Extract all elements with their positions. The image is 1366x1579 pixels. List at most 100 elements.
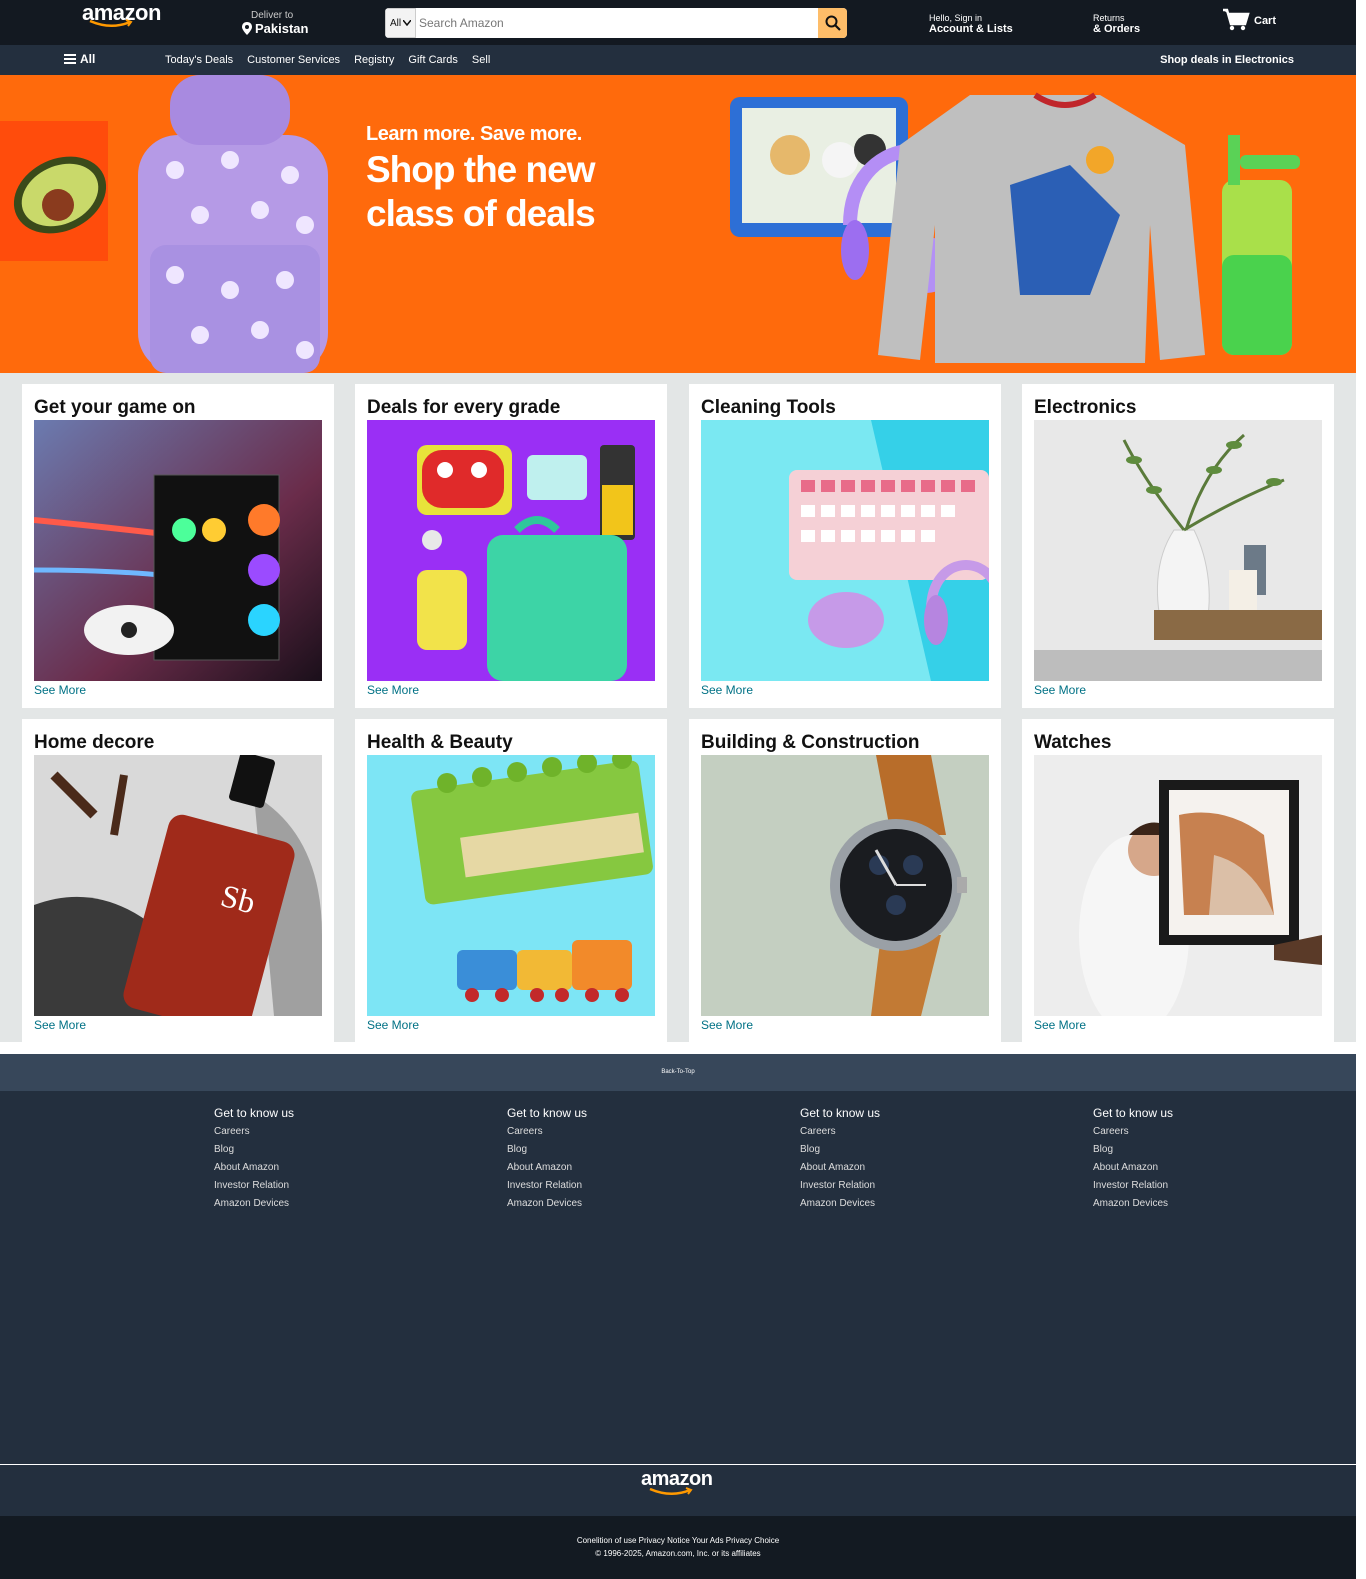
card-image[interactable] [701, 420, 989, 681]
nav-link-sell[interactable]: Sell [472, 54, 490, 66]
category-card: Electronics See More [1022, 384, 1334, 708]
footer-link-devices[interactable]: Amazon Devices [1093, 1198, 1173, 1209]
footer-link-blog[interactable]: Blog [1093, 1144, 1173, 1155]
footer-link-careers[interactable]: Careers [1093, 1126, 1173, 1137]
footer-column: Get to know us Careers Blog About Amazon… [800, 1106, 880, 1216]
hero-banner[interactable]: Learn more. Save more. Shop the new clas… [0, 75, 1356, 373]
see-more-link[interactable]: See More [701, 683, 989, 697]
see-more-link[interactable]: See More [1034, 683, 1322, 697]
footer-link-about[interactable]: About Amazon [214, 1162, 294, 1173]
footer-link-devices[interactable]: Amazon Devices [507, 1198, 587, 1209]
see-more-link[interactable]: See More [367, 683, 655, 697]
deliver-to-location[interactable]: Deliver to Pakistan [242, 10, 308, 36]
nav-link-todays-deals[interactable]: Today's Deals [165, 54, 233, 66]
footer-column-heading: Get to know us [1093, 1106, 1174, 1120]
category-card: Cleaning Tools See More [689, 384, 1001, 708]
footer-logo-band: amazon [0, 1465, 1356, 1516]
footer-link-investor[interactable]: Investor Relation [800, 1180, 880, 1191]
footer-link-careers[interactable]: Careers [507, 1126, 587, 1137]
footer-logo-smile-icon [649, 1487, 693, 1495]
hero-title-line2: class of deals [366, 193, 596, 234]
category-card: Home decore Sb See More [22, 719, 334, 1042]
footer-link-about[interactable]: About Amazon [507, 1162, 587, 1173]
nav-link-registry[interactable]: Registry [354, 54, 394, 66]
card-title: Deals for every grade [367, 397, 561, 418]
card-title: Watches [1034, 732, 1112, 753]
account-greeting: Hello, Sign in [929, 13, 983, 23]
card-image[interactable] [34, 420, 322, 681]
nav-link-gift-cards[interactable]: Gift Cards [408, 54, 458, 66]
nav-link-customer-services[interactable]: Customer Services [247, 54, 340, 66]
card-title: Health & Beauty [367, 732, 513, 753]
orders-label: & Orders [1093, 23, 1141, 35]
footer-column-heading: Get to know us [507, 1106, 588, 1120]
see-more-link[interactable]: See More [34, 1018, 322, 1032]
shop-electronics-link[interactable]: Shop deals in Electronics [1160, 54, 1294, 66]
copyright-text: © 1996-2025, Amazon.com, Inc. or its aff… [595, 1549, 761, 1558]
card-title: Cleaning Tools [701, 397, 836, 418]
cart-icon [1223, 8, 1250, 31]
category-card: Health & Beauty See More [355, 719, 667, 1042]
footer-link-about[interactable]: About Amazon [800, 1162, 880, 1173]
footer-link-investor[interactable]: Investor Relation [1093, 1180, 1173, 1191]
location-pin-icon [242, 22, 252, 35]
footer-link-blog[interactable]: Blog [507, 1144, 587, 1155]
cart-label: Cart [1254, 15, 1277, 27]
returns-label: Returns [1093, 13, 1125, 23]
returns-orders-link[interactable]: Returns & Orders [1093, 13, 1140, 35]
search-category-label: All [389, 17, 402, 29]
chevron-down-icon [403, 20, 412, 26]
footer-links: Get to know us Careers Blog About Amazon… [0, 1091, 1356, 1464]
all-menu-label: All [80, 52, 96, 66]
top-navbar: amazon Deliver to Pakistan All Hello, Si [0, 0, 1366, 45]
category-card: Building & Construction See More [689, 719, 1001, 1042]
footer-link-devices[interactable]: Amazon Devices [800, 1198, 880, 1209]
search-icon [825, 15, 841, 31]
cards-bottom-spacer [0, 1042, 1356, 1054]
see-more-link[interactable]: See More [701, 1018, 989, 1032]
deliver-label: Deliver to [251, 10, 294, 21]
card-title: Home decore [34, 732, 155, 753]
footer-link-investor[interactable]: Investor Relation [214, 1180, 294, 1191]
card-image[interactable] [367, 420, 655, 681]
search-input[interactable] [416, 8, 818, 38]
card-title: Electronics [1034, 397, 1137, 418]
footer-link-careers[interactable]: Careers [800, 1126, 880, 1137]
footer-link-blog[interactable]: Blog [214, 1144, 294, 1155]
legal-footer: Conelition of use Privacy Notice Your Ad… [0, 1516, 1356, 1579]
cart-button[interactable]: Cart [1222, 8, 1276, 32]
see-more-link[interactable]: See More [34, 683, 322, 697]
hero-illustration [0, 75, 1300, 373]
footer-link-blog[interactable]: Blog [800, 1144, 880, 1155]
hero-tagline: Learn more. Save more. [366, 123, 582, 145]
search-button[interactable] [818, 8, 847, 38]
search-category-select[interactable]: All [385, 8, 416, 38]
footer-link-investor[interactable]: Investor Relation [507, 1180, 587, 1191]
footer-link-about[interactable]: About Amazon [1093, 1162, 1173, 1173]
back-to-top-button[interactable]: Back-To-Top [0, 1054, 1356, 1091]
account-lists-menu[interactable]: Hello, Sign in Account & Lists [929, 13, 1013, 35]
footer-column-heading: Get to know us [800, 1106, 881, 1120]
legal-links[interactable]: Conelition of use Privacy Notice Your Ad… [0, 1536, 1356, 1545]
footer-column: Get to know us Careers Blog About Amazon… [1093, 1106, 1173, 1216]
card-image[interactable]: Sb [34, 755, 322, 1016]
category-card: Watches See More [1022, 719, 1334, 1042]
secondary-navbar: All Today's Deals Customer Services Regi… [0, 45, 1366, 75]
card-image[interactable] [1034, 755, 1322, 1016]
card-image[interactable] [367, 755, 655, 1016]
footer-column: Get to know us Careers Blog About Amazon… [214, 1106, 294, 1216]
card-image[interactable] [1034, 420, 1322, 681]
all-menu-button[interactable]: All [64, 52, 95, 66]
hamburger-icon [64, 54, 76, 64]
see-more-link[interactable]: See More [367, 1018, 655, 1032]
hero-title-line1: Shop the new [366, 149, 595, 190]
footer-link-careers[interactable]: Careers [214, 1126, 294, 1137]
search-bar: All [385, 8, 847, 38]
card-image[interactable] [701, 755, 989, 1016]
footer-column: Get to know us Careers Blog About Amazon… [507, 1106, 587, 1216]
deliver-country: Pakistan [255, 21, 309, 36]
card-title: Get your game on [34, 397, 196, 418]
footer-link-devices[interactable]: Amazon Devices [214, 1198, 294, 1209]
see-more-link[interactable]: See More [1034, 1018, 1322, 1032]
account-label: Account & Lists [929, 23, 1013, 35]
